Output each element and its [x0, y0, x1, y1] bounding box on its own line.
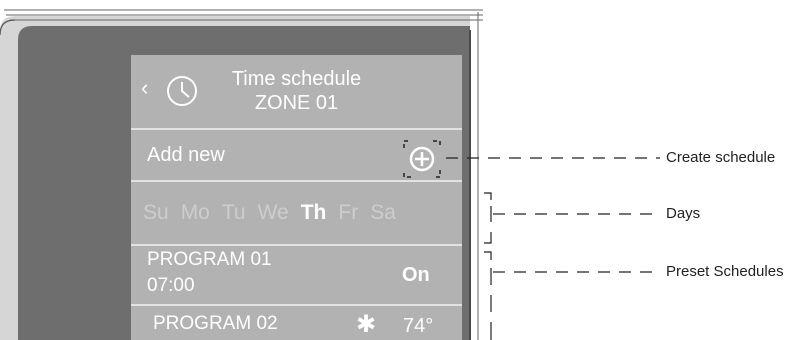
callout-preset-schedules: Preset Schedules [666, 263, 784, 280]
callout-lines [446, 157, 660, 340]
callout-create-schedule: Create schedule [666, 149, 776, 166]
callout-days: Days [666, 205, 701, 222]
